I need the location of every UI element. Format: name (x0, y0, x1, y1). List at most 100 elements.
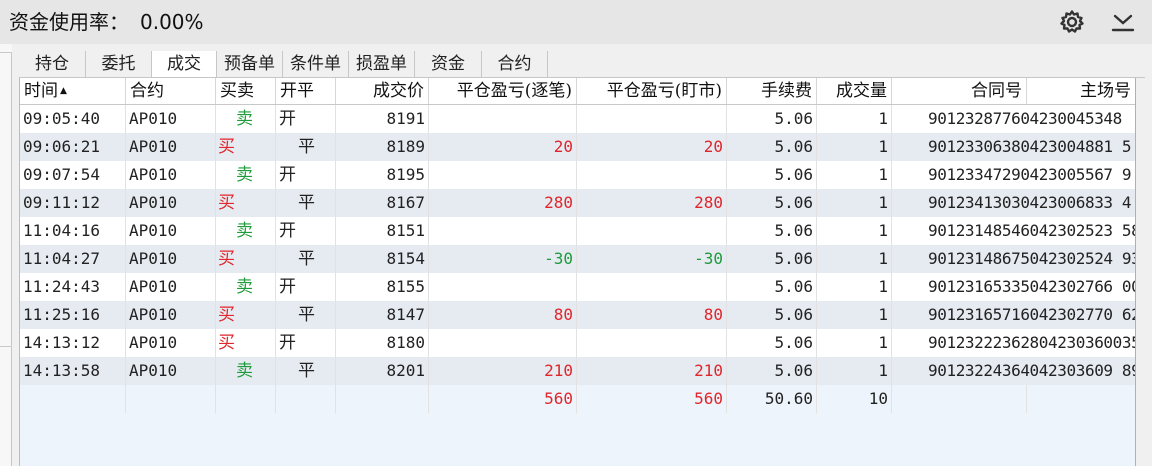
cell-pnl-mark: 20 (577, 133, 727, 161)
table-row[interactable]: 09:07:54 AP010 卖开 8195 5.06 1 9012334729042300… (20, 161, 1136, 189)
tab-stop-orders[interactable]: 损盈单 (349, 51, 415, 77)
cell-pnl-trade: 20 (429, 133, 577, 161)
cell-volume: 1 (817, 161, 892, 189)
summary-empty-cell (276, 385, 336, 413)
tab-preset-orders[interactable]: 预备单 (217, 51, 283, 77)
cell-contract: AP010 (126, 301, 216, 329)
summary-empty-cell (1027, 385, 1136, 413)
table-row[interactable]: 11:25:16 AP010 买平 8147 80 80 5.06 1 901231657160… (20, 301, 1136, 329)
col-openclose[interactable]: 开平 (276, 78, 336, 104)
cell-price: 8154 (336, 245, 429, 273)
download-icon[interactable] (1110, 9, 1136, 35)
cell-order-no: 90123165716042302770 62 (892, 301, 1136, 329)
table-row[interactable]: 09:06:21 AP010 买平 8189 20 20 5.06 1 901233063804… (20, 133, 1136, 161)
cell-order-no: 901232877604230045348 (892, 105, 1136, 133)
cell-time: 09:07:54 (20, 161, 126, 189)
cell-fee: 5.06 (727, 329, 817, 357)
cell-time: 14:13:58 (20, 357, 126, 385)
cell-time: 11:04:16 (20, 217, 126, 245)
cell-volume: 1 (817, 105, 892, 133)
cell-contract: AP010 (126, 273, 216, 301)
cell-volume: 1 (817, 301, 892, 329)
tab-orders[interactable]: 委托 (86, 51, 152, 77)
summary-pnl-trade: 560 (429, 385, 577, 413)
cell-openclose: 开 (276, 161, 336, 189)
cell-openclose: 平 (276, 133, 336, 161)
tab-trades[interactable]: 成交 (152, 51, 217, 78)
cell-pnl-mark (577, 161, 727, 189)
cell-price: 8155 (336, 273, 429, 301)
cell-volume: 1 (817, 133, 892, 161)
cell-side: 卖 (216, 273, 276, 301)
cell-pnl-mark: -30 (577, 245, 727, 273)
tab-conditional-orders[interactable]: 条件单 (283, 51, 349, 77)
summary-empty-cell (892, 385, 1027, 413)
col-fee[interactable]: 手续费 (727, 78, 817, 104)
cell-fee: 5.06 (727, 301, 817, 329)
summary-empty-cell (336, 385, 429, 413)
table-row[interactable]: 14:13:12 AP010 买开 8180 5.06 1 9012322236280423… (20, 329, 1136, 357)
cell-side: 卖 (216, 161, 276, 189)
cell-volume: 1 (817, 189, 892, 217)
table-row[interactable]: 11:24:43 AP010 卖开 8155 5.06 1 9012316533504230… (20, 273, 1136, 301)
cell-fee: 5.06 (727, 357, 817, 385)
cell-volume: 1 (817, 245, 892, 273)
cell-pnl-mark (577, 329, 727, 357)
col-side[interactable]: 买卖 (216, 78, 276, 104)
cell-openclose: 开 (276, 217, 336, 245)
cell-pnl-trade (429, 217, 577, 245)
cell-openclose: 开 (276, 329, 336, 357)
cell-pnl-mark: 280 (577, 189, 727, 217)
cell-pnl-trade: 280 (429, 189, 577, 217)
cell-fee: 5.06 (727, 189, 817, 217)
cell-openclose: 开 (276, 273, 336, 301)
col-pnl-trade[interactable]: 平仓盈亏(逐笔) (429, 78, 577, 104)
cell-time: 11:04:27 (20, 245, 126, 273)
tab-contracts[interactable]: 合约 (482, 51, 548, 77)
tab-bar: 持仓 委托 成交 预备单 条件单 损盈单 资金 合约 (19, 51, 1145, 78)
summary-empty-cell (20, 385, 126, 413)
col-exchange-no[interactable]: 主场号 (1027, 78, 1136, 104)
col-price[interactable]: 成交价 (336, 78, 429, 104)
table-row[interactable]: 09:05:40 AP010 卖开 8191 5.06 1 9012328776042300… (20, 105, 1136, 133)
table-header: 时间 ▲ 合约 买卖 开平 成交价 平仓盈亏(逐笔) 平仓盈亏(盯市) 手续费 成… (20, 78, 1136, 105)
tab-positions[interactable]: 持仓 (19, 51, 86, 77)
cell-pnl-mark (577, 217, 727, 245)
top-bar: 资金使用率： 0.00% (0, 0, 1152, 44)
table-row[interactable]: 09:11:12 AP010 买平 8167 280 280 5.06 1 9012341303… (20, 189, 1136, 217)
cell-contract: AP010 (126, 105, 216, 133)
col-contract[interactable]: 合约 (126, 78, 216, 104)
col-volume[interactable]: 成交量 (817, 78, 892, 104)
col-time[interactable]: 时间 ▲ (20, 78, 126, 104)
table-row[interactable]: 11:04:16 AP010 卖开 8151 5.06 1 9012314854604230… (20, 217, 1136, 245)
cell-contract: AP010 (126, 217, 216, 245)
cell-time: 14:13:12 (20, 329, 126, 357)
cell-time: 09:05:40 (20, 105, 126, 133)
cell-side: 买 (216, 133, 276, 161)
col-pnl-mark[interactable]: 平仓盈亏(盯市) (577, 78, 727, 104)
cell-side: 卖 (216, 357, 276, 385)
summary-empty-cell (216, 385, 276, 413)
cell-price: 8151 (336, 217, 429, 245)
gear-icon[interactable] (1059, 9, 1085, 35)
cell-order-no: 90123224364042303609 89 (892, 357, 1136, 385)
table-row[interactable]: 11:04:27 AP010 买平 8154 -30 -30 5.06 1 9012314867… (20, 245, 1136, 273)
cell-price: 8191 (336, 105, 429, 133)
cell-volume: 1 (817, 357, 892, 385)
cell-price: 8167 (336, 189, 429, 217)
summary-pnl-mark: 560 (577, 385, 727, 413)
cell-openclose: 开 (276, 105, 336, 133)
summary-volume: 10 (817, 385, 892, 413)
cell-pnl-trade (429, 329, 577, 357)
sort-asc-icon: ▲ (60, 86, 67, 96)
empty-row (20, 413, 1136, 441)
cell-order-no: 90123165335042302766 00 (892, 273, 1136, 301)
cell-openclose: 平 (276, 301, 336, 329)
cell-fee: 5.06 (727, 245, 817, 273)
table-row[interactable]: 14:13:58 AP010 卖平 8201 210 210 5.06 1 9012322436… (20, 357, 1136, 385)
cell-contract: AP010 (126, 329, 216, 357)
cell-order-no: 90123222362804230360035 (892, 329, 1136, 357)
tab-funds[interactable]: 资金 (415, 51, 482, 77)
empty-row (20, 441, 1136, 466)
col-order-no[interactable]: 合同号 (892, 78, 1027, 104)
